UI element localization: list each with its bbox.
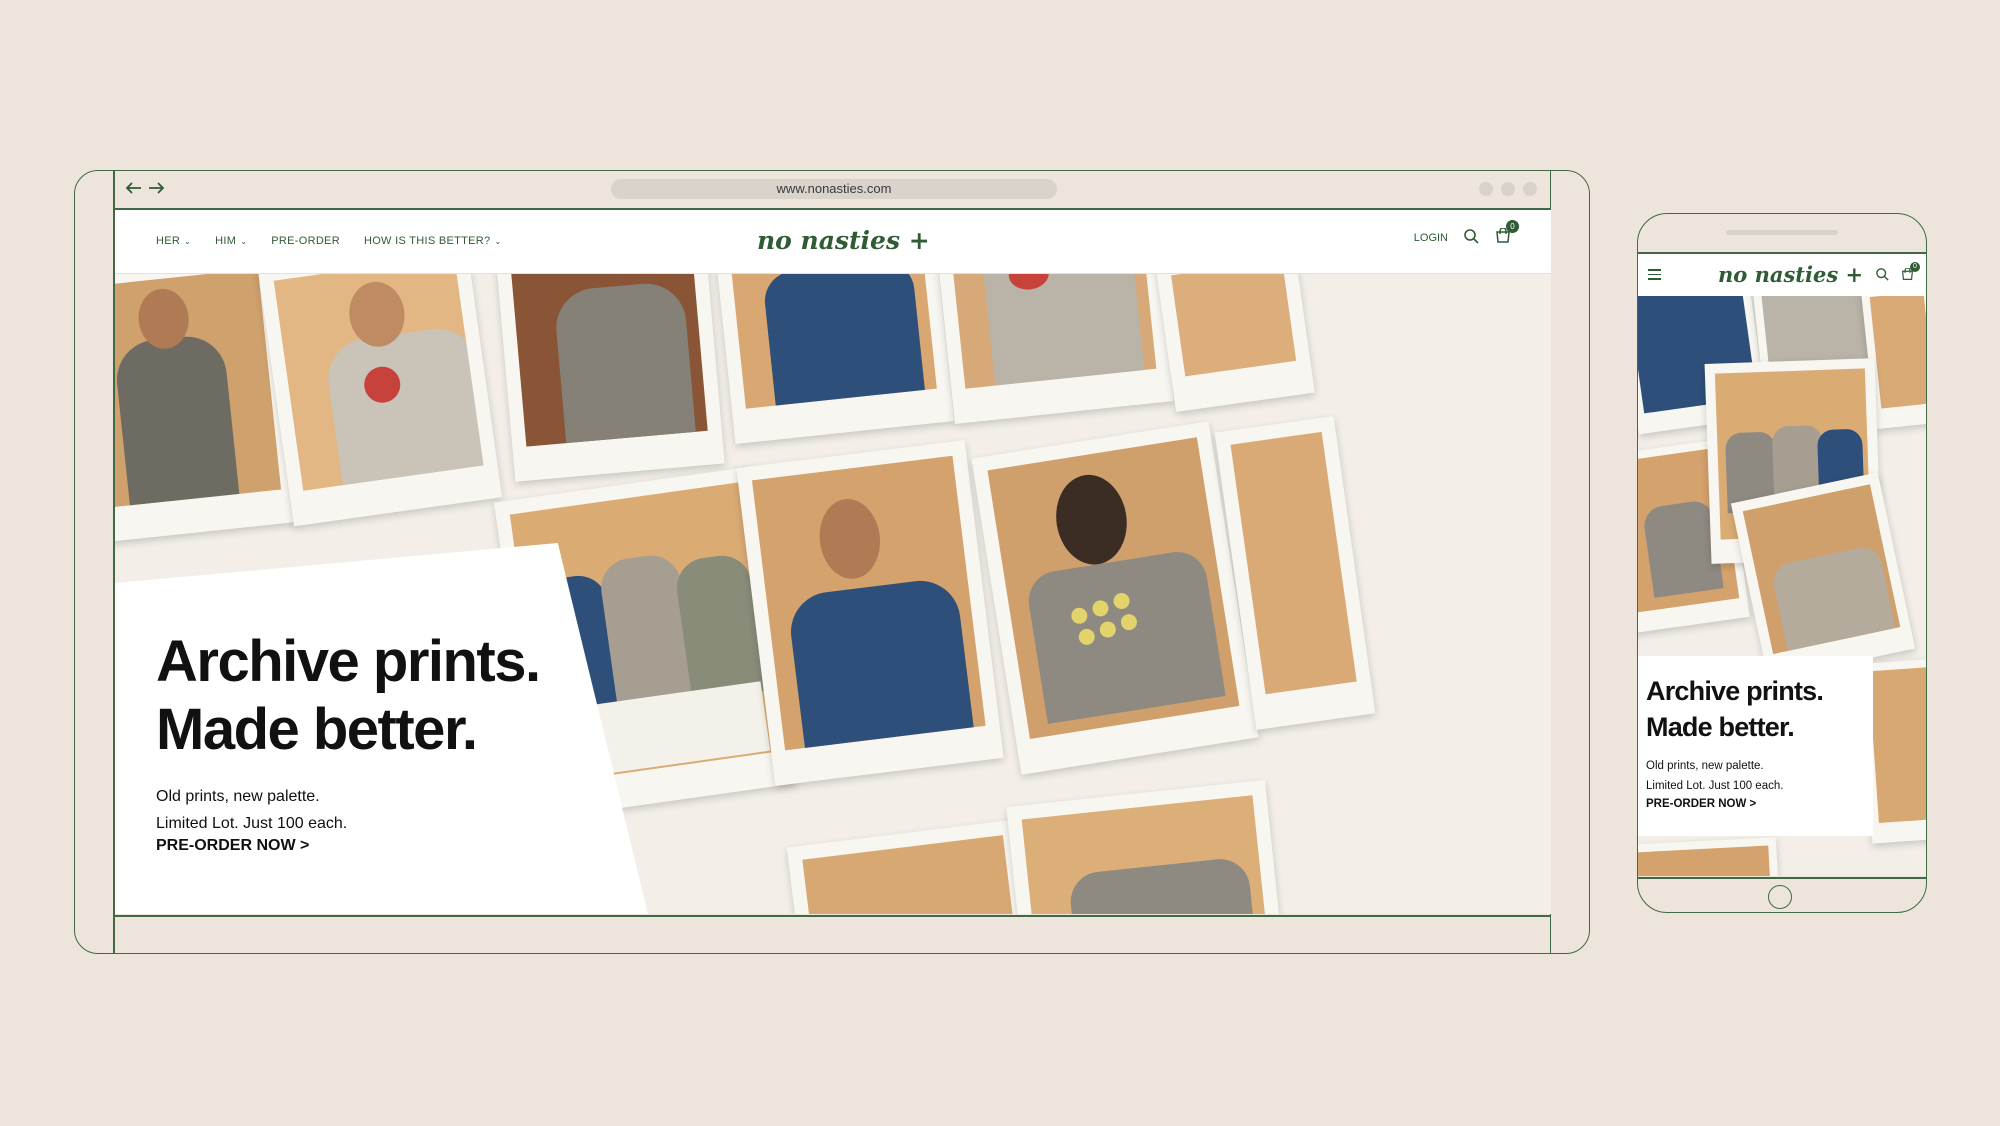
polaroid-photo xyxy=(1006,779,1284,914)
hero-banner: Archive prints. Made better. Old prints,… xyxy=(115,273,1551,914)
cart-icon[interactable]: 0 xyxy=(1495,220,1519,247)
desktop-browser-mockup: www.nonasties.com HER ⌄ HIM ⌄ PRE-ORDER HO… xyxy=(74,170,1590,954)
back-arrow-icon[interactable] xyxy=(125,179,143,197)
mobile-header: no nasties + 0 xyxy=(1638,254,1926,296)
mobile-header-actions: 0 xyxy=(1876,262,1920,286)
phone-speaker xyxy=(1726,230,1838,235)
browser-nav-arrows xyxy=(125,179,165,197)
hamburger-icon[interactable] xyxy=(1648,269,1661,283)
search-icon[interactable] xyxy=(1464,228,1479,247)
mobile-site: no nasties + 0 Archive prints. Made bett… xyxy=(1638,254,1926,876)
hero-headline: Archive prints. Made better. xyxy=(1646,676,1824,742)
chevron-down-icon: ⌄ xyxy=(240,236,248,246)
site-logo[interactable]: no nasties + xyxy=(757,226,930,255)
pre-order-cta[interactable]: PRE-ORDER NOW > xyxy=(156,837,309,855)
url-bar[interactable]: www.nonasties.com xyxy=(611,179,1057,199)
home-button[interactable] xyxy=(1768,885,1792,909)
polaroid-photo xyxy=(1730,472,1916,680)
main-nav: HER ⌄ HIM ⌄ PRE-ORDER HOW IS THIS BETTER? ⌄ xyxy=(156,235,501,247)
polaroid-photo xyxy=(1638,837,1780,876)
polaroid-photo xyxy=(786,819,1034,914)
polaroid-photo xyxy=(971,421,1259,775)
login-link[interactable]: LOGIN xyxy=(1414,232,1448,244)
phone-mockup: no nasties + 0 Archive prints. Made bett… xyxy=(1637,213,1927,913)
search-icon[interactable] xyxy=(1876,268,1889,286)
hero-subtext: Old prints, new palette. Limited Lot. Ju… xyxy=(1646,760,1784,792)
mobile-hero: Archive prints. Made better. Old prints,… xyxy=(1638,296,1926,876)
nav-item-her[interactable]: HER ⌄ xyxy=(156,235,191,247)
nav-item-pre-order[interactable]: PRE-ORDER xyxy=(271,235,340,247)
site-logo[interactable]: no nasties + xyxy=(1718,262,1863,287)
polaroid-photo xyxy=(715,273,955,444)
desktop-site: HER ⌄ HIM ⌄ PRE-ORDER HOW IS THIS BETTER? ⌄… xyxy=(115,210,1551,914)
hero-subtext: Old prints, new palette. Limited Lot. Ju… xyxy=(156,788,348,832)
cart-icon[interactable]: 0 xyxy=(1901,262,1920,286)
nav-item-how-is-this-better[interactable]: HOW IS THIS BETTER? ⌄ xyxy=(364,235,502,247)
polaroid-photo xyxy=(736,440,1004,786)
polaroid-photo xyxy=(1155,273,1315,413)
nav-item-him[interactable]: HIM ⌄ xyxy=(215,235,247,247)
header-actions: LOGIN 0 xyxy=(1414,220,1519,247)
polaroid-photo xyxy=(257,273,503,527)
pre-order-cta[interactable]: PRE-ORDER NOW > xyxy=(1646,798,1756,810)
cart-count-badge: 0 xyxy=(1506,220,1519,233)
site-header: HER ⌄ HIM ⌄ PRE-ORDER HOW IS THIS BETTER? ⌄… xyxy=(115,210,1551,274)
polaroid-photo xyxy=(495,273,725,482)
cart-count-badge: 0 xyxy=(1910,262,1920,272)
polaroid-photo xyxy=(936,273,1174,425)
forward-arrow-icon[interactable] xyxy=(147,179,165,197)
chevron-down-icon: ⌄ xyxy=(184,236,192,246)
chevron-down-icon: ⌄ xyxy=(494,236,502,246)
window-controls xyxy=(1479,182,1537,196)
hero-headline: Archive prints. Made better. xyxy=(156,629,541,762)
